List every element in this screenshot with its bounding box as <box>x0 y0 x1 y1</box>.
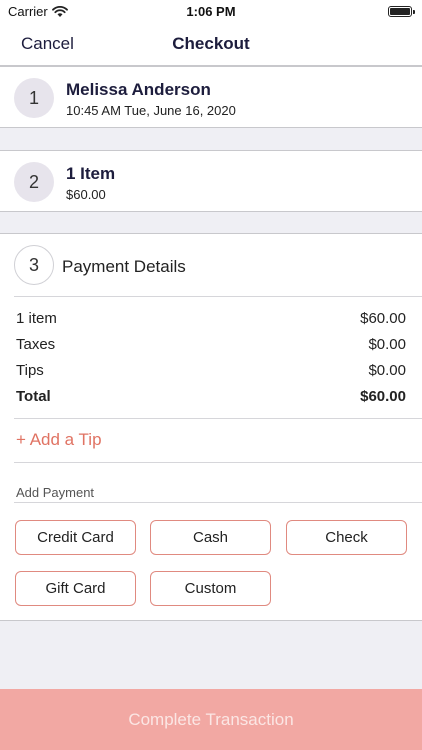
summary-value: $0.00 <box>368 362 406 379</box>
summary-label: Taxes <box>16 336 56 353</box>
summary-row: Taxes $0.00 <box>16 336 406 358</box>
summary-label: Tips <box>16 362 44 379</box>
divider <box>14 418 422 419</box>
nav-bar: Cancel Checkout <box>0 24 422 66</box>
gift-card-button[interactable]: Gift Card <box>15 571 136 606</box>
item-count: 1 Item <box>66 164 116 183</box>
items-info: 1 Item $60.00 <box>66 164 115 202</box>
step-number-badge: 3 <box>14 245 54 285</box>
status-time: 1:06 PM <box>186 4 236 19</box>
add-tip-button[interactable]: + Add a Tip <box>16 430 102 450</box>
step-number-badge: 2 <box>14 162 54 202</box>
divider <box>14 462 422 463</box>
customer-info: Melissa Anderson 10:45 AM Tue, June 16, … <box>66 80 236 118</box>
page-title: Checkout <box>172 34 250 53</box>
add-payment-label: Add Payment <box>16 485 95 500</box>
divider <box>14 296 422 297</box>
step-number-badge: 1 <box>14 78 54 118</box>
payment-details-title: Payment Details <box>62 257 186 276</box>
summary-row: Tips $0.00 <box>16 362 406 384</box>
cash-button[interactable]: Cash <box>150 520 271 555</box>
summary-value: $60.00 <box>360 310 406 327</box>
summary-label: 1 item <box>16 310 57 327</box>
payment-details-card: 3 Payment Details 1 item $60.00 Taxes $0… <box>0 233 422 621</box>
total-value: $60.00 <box>360 388 406 405</box>
battery-icon <box>388 6 415 17</box>
customer-card[interactable]: 1 Melissa Anderson 10:45 AM Tue, June 16… <box>0 66 422 128</box>
custom-payment-button[interactable]: Custom <box>150 571 271 606</box>
total-row: Total $60.00 <box>16 388 406 410</box>
items-subtotal: $60.00 <box>66 187 106 202</box>
credit-card-button[interactable]: Credit Card <box>15 520 136 555</box>
summary-value: $0.00 <box>368 336 406 353</box>
customer-name: Melissa Anderson <box>66 80 211 99</box>
complete-transaction-button[interactable]: Complete Transaction <box>0 689 422 750</box>
appointment-datetime: 10:45 AM Tue, June 16, 2020 <box>66 103 236 118</box>
check-button[interactable]: Check <box>286 520 407 555</box>
status-bar: Carrier 1:06 PM <box>0 0 422 24</box>
summary-row: 1 item $60.00 <box>16 310 406 332</box>
items-card[interactable]: 2 1 Item $60.00 <box>0 150 422 212</box>
divider <box>14 502 422 503</box>
total-label: Total <box>16 388 51 405</box>
